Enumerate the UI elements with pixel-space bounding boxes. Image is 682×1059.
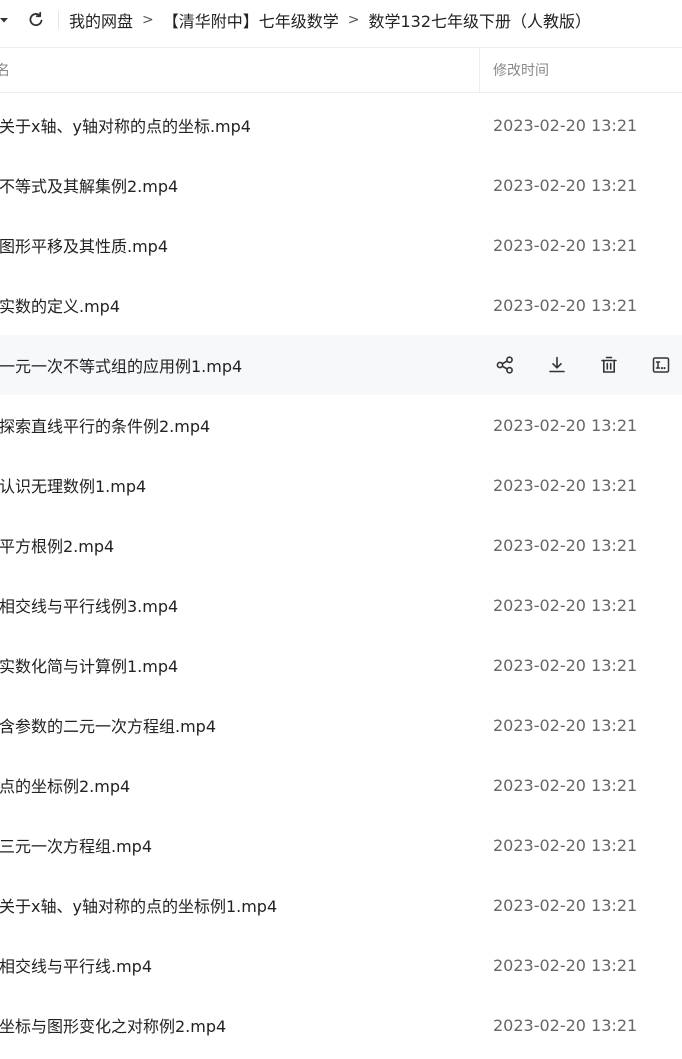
file-name[interactable]: 含参数的二元一次方程组.mp4: [0, 713, 216, 737]
row-actions: [494, 354, 672, 376]
refresh-icon[interactable]: [26, 11, 46, 29]
file-name[interactable]: 相交线与平行线.mp4: [0, 953, 152, 977]
file-row[interactable]: 含参数的二元一次方程组.mp4 2023-02-20 13:21: [0, 695, 682, 755]
file-name[interactable]: 关于x轴、y轴对称的点的坐标.mp4: [0, 113, 251, 137]
breadcrumb-item-folder[interactable]: 【清华附中】七年级数学: [163, 8, 339, 32]
column-header-modified-time[interactable]: 修改时间: [493, 60, 549, 80]
file-row[interactable]: 点的坐标例2.mp4 2023-02-20 13:21: [0, 755, 682, 815]
breadcrumb-item-root[interactable]: 我的网盘: [69, 8, 133, 32]
rename-icon[interactable]: [650, 354, 672, 376]
file-name[interactable]: 相交线与平行线例3.mp4: [0, 593, 178, 617]
file-name[interactable]: 平方根例2.mp4: [0, 533, 114, 557]
file-list-header: 名 修改时间: [0, 47, 682, 93]
file-name[interactable]: 实数化简与计算例1.mp4: [0, 653, 178, 677]
file-modified-time: 2023-02-20 13:21: [493, 775, 638, 795]
file-row[interactable]: 坐标与图形变化之对称例2.mp4 2023-02-20 13:21: [0, 995, 682, 1055]
file-modified-time: 2023-02-20 13:21: [493, 115, 638, 135]
breadcrumb: 我的网盘 > 【清华附中】七年级数学 > 数学132七年级下册（人教版）: [69, 8, 591, 32]
file-modified-time: 2023-02-20 13:21: [493, 895, 638, 915]
file-modified-time: 2023-02-20 13:21: [493, 475, 638, 495]
file-name[interactable]: 图形平移及其性质.mp4: [0, 233, 168, 257]
delete-icon[interactable]: [598, 354, 620, 376]
breadcrumb-separator: >: [142, 12, 154, 28]
download-icon[interactable]: [546, 354, 568, 376]
file-name[interactable]: 实数的定义.mp4: [0, 293, 120, 317]
caret-down-icon[interactable]: [0, 15, 10, 25]
file-modified-time: 2023-02-20 13:21: [493, 955, 638, 975]
column-divider[interactable]: [479, 48, 480, 93]
file-modified-time: 2023-02-20 13:21: [493, 835, 638, 855]
file-row[interactable]: 三元一次方程组.mp4 2023-02-20 13:21: [0, 815, 682, 875]
column-header-name[interactable]: 名: [0, 60, 10, 80]
file-modified-time: 2023-02-20 13:21: [493, 715, 638, 735]
file-row[interactable]: 不等式及其解集例2.mp4 2023-02-20 13:21: [0, 155, 682, 215]
file-row[interactable]: 探索直线平行的条件例2.mp4 2023-02-20 13:21: [0, 395, 682, 455]
file-row[interactable]: 关于x轴、y轴对称的点的坐标例1.mp4 2023-02-20 13:21: [0, 875, 682, 935]
file-row[interactable]: 认识无理数例1.mp4 2023-02-20 13:21: [0, 455, 682, 515]
file-modified-time: 2023-02-20 13:21: [493, 175, 638, 195]
file-modified-time: 2023-02-20 13:21: [493, 655, 638, 675]
file-list: 关于x轴、y轴对称的点的坐标.mp4 2023-02-20 13:21 不等式及…: [0, 95, 682, 1055]
file-name[interactable]: 不等式及其解集例2.mp4: [0, 173, 178, 197]
file-name[interactable]: 坐标与图形变化之对称例2.mp4: [0, 1013, 226, 1037]
file-name[interactable]: 关于x轴、y轴对称的点的坐标例1.mp4: [0, 893, 277, 917]
file-name[interactable]: 一元一次不等式组的应用例1.mp4: [0, 353, 242, 377]
file-name[interactable]: 三元一次方程组.mp4: [0, 833, 152, 857]
breadcrumb-separator: >: [347, 12, 360, 28]
file-modified-time: 2023-02-20 13:21: [493, 235, 638, 255]
file-row[interactable]: 实数化简与计算例1.mp4 2023-02-20 13:21: [0, 635, 682, 695]
file-name[interactable]: 点的坐标例2.mp4: [0, 773, 130, 797]
file-modified-time: 2023-02-20 13:21: [493, 295, 638, 315]
file-modified-time: 2023-02-20 13:21: [493, 415, 638, 435]
file-row[interactable]: 一元一次不等式组的应用例1.mp4 2023-02-20 13:21: [0, 335, 682, 395]
file-modified-time: 2023-02-20 13:21: [493, 535, 638, 555]
file-row[interactable]: 平方根例2.mp4 2023-02-20 13:21: [0, 515, 682, 575]
file-row[interactable]: 相交线与平行线.mp4 2023-02-20 13:21: [0, 935, 682, 995]
toolbar: 我的网盘 > 【清华附中】七年级数学 > 数学132七年级下册（人教版）: [0, 0, 682, 40]
file-name[interactable]: 探索直线平行的条件例2.mp4: [0, 413, 210, 437]
toolbar-divider: [58, 11, 59, 29]
file-name[interactable]: 认识无理数例1.mp4: [0, 473, 146, 497]
file-modified-time: 2023-02-20 13:21: [493, 1015, 638, 1035]
file-row[interactable]: 图形平移及其性质.mp4 2023-02-20 13:21: [0, 215, 682, 275]
file-row[interactable]: 实数的定义.mp4 2023-02-20 13:21: [0, 275, 682, 335]
file-row[interactable]: 关于x轴、y轴对称的点的坐标.mp4 2023-02-20 13:21: [0, 95, 682, 155]
share-icon[interactable]: [494, 354, 516, 376]
file-row[interactable]: 相交线与平行线例3.mp4 2023-02-20 13:21: [0, 575, 682, 635]
file-modified-time: 2023-02-20 13:21: [493, 595, 638, 615]
breadcrumb-item-current[interactable]: 数学132七年级下册（人教版）: [369, 8, 592, 32]
